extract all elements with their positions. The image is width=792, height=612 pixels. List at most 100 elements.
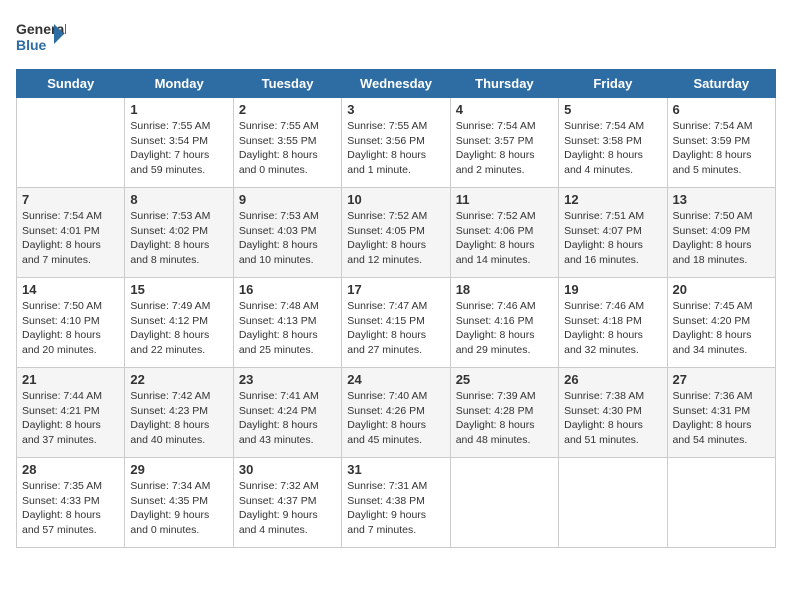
day-header-wednesday: Wednesday — [342, 70, 450, 98]
cell-content: Sunrise: 7:48 AM Sunset: 4:13 PM Dayligh… — [239, 299, 336, 358]
week-row-5: 28 Sunrise: 7:35 AM Sunset: 4:33 PM Dayli… — [17, 458, 776, 548]
calendar-cell: 29Sunrise: 7:34 AM Sunset: 4:35 PM Dayli… — [125, 458, 233, 548]
logo: GeneralBlue — [16, 16, 66, 61]
cell-content: Sunrise: 7:40 AM Sunset: 4:26 PM Dayligh… — [347, 389, 444, 448]
date-number: 20 — [673, 282, 770, 297]
cell-content: Sunrise: 7:52 AM Sunset: 4:05 PM Dayligh… — [347, 209, 444, 268]
date-number: 10 — [347, 192, 444, 207]
date-number: 30 — [239, 462, 336, 477]
date-number: 24 — [347, 372, 444, 387]
date-number: 7 — [22, 192, 119, 207]
calendar-cell — [450, 458, 558, 548]
calendar-cell: 7 Sunrise: 7:54 AM Sunset: 4:01 PM Daylig… — [17, 188, 125, 278]
cell-content: Sunrise: 7:55 AM Sunset: 3:54 PM Dayligh… — [130, 119, 227, 178]
calendar-cell: 3 Sunrise: 7:55 AM Sunset: 3:56 PM Daylig… — [342, 98, 450, 188]
date-number: 25 — [456, 372, 553, 387]
date-number: 17 — [347, 282, 444, 297]
day-header-row: SundayMondayTuesdayWednesdayThursdayFrid… — [17, 70, 776, 98]
date-number: 4 — [456, 102, 553, 117]
calendar-cell: 14Sunrise: 7:50 AM Sunset: 4:10 PM Dayli… — [17, 278, 125, 368]
cell-content: Sunrise: 7:55 AM Sunset: 3:55 PM Dayligh… — [239, 119, 336, 178]
date-number: 1 — [130, 102, 227, 117]
date-number: 28 — [22, 462, 119, 477]
calendar-cell — [17, 98, 125, 188]
cell-content: Sunrise: 7:44 AM Sunset: 4:21 PM Dayligh… — [22, 389, 119, 448]
day-header-friday: Friday — [559, 70, 667, 98]
date-number: 3 — [347, 102, 444, 117]
day-header-sunday: Sunday — [17, 70, 125, 98]
calendar-cell: 20 Sunrise: 7:45 AM Sunset: 4:20 PM Dayli… — [667, 278, 775, 368]
calendar-cell: 27 Sunrise: 7:36 AM Sunset: 4:31 PM Dayli… — [667, 368, 775, 458]
calendar-cell: 24 Sunrise: 7:40 AM Sunset: 4:26 PM Dayli… — [342, 368, 450, 458]
calendar-cell: 18 Sunrise: 7:46 AM Sunset: 4:16 PM Dayli… — [450, 278, 558, 368]
calendar-cell: 19 Sunrise: 7:46 AM Sunset: 4:18 PM Dayli… — [559, 278, 667, 368]
calendar-cell: 23Sunrise: 7:41 AM Sunset: 4:24 PM Dayli… — [233, 368, 341, 458]
calendar-cell: 22 Sunrise: 7:42 AM Sunset: 4:23 PM Dayli… — [125, 368, 233, 458]
cell-content: Sunrise: 7:50 AM Sunset: 4:10 PM Dayligh… — [22, 299, 119, 358]
cell-content: Sunrise: 7:49 AM Sunset: 4:12 PM Dayligh… — [130, 299, 227, 358]
date-number: 5 — [564, 102, 661, 117]
calendar-table: SundayMondayTuesdayWednesdayThursdayFrid… — [16, 69, 776, 548]
calendar-cell: 28 Sunrise: 7:35 AM Sunset: 4:33 PM Dayli… — [17, 458, 125, 548]
calendar-cell: 25 Sunrise: 7:39 AM Sunset: 4:28 PM Dayli… — [450, 368, 558, 458]
calendar-cell: 17 Sunrise: 7:47 AM Sunset: 4:15 PM Dayli… — [342, 278, 450, 368]
calendar-cell: 15 Sunrise: 7:49 AM Sunset: 4:12 PM Dayli… — [125, 278, 233, 368]
cell-content: Sunrise: 7:54 AM Sunset: 3:59 PM Dayligh… — [673, 119, 770, 178]
date-number: 16 — [239, 282, 336, 297]
date-number: 19 — [564, 282, 661, 297]
date-number: 27 — [673, 372, 770, 387]
week-row-2: 7 Sunrise: 7:54 AM Sunset: 4:01 PM Daylig… — [17, 188, 776, 278]
date-number: 18 — [456, 282, 553, 297]
cell-content: Sunrise: 7:42 AM Sunset: 4:23 PM Dayligh… — [130, 389, 227, 448]
day-header-tuesday: Tuesday — [233, 70, 341, 98]
calendar-cell: 1 Sunrise: 7:55 AM Sunset: 3:54 PM Daylig… — [125, 98, 233, 188]
day-header-monday: Monday — [125, 70, 233, 98]
cell-content: Sunrise: 7:46 AM Sunset: 4:18 PM Dayligh… — [564, 299, 661, 358]
calendar-cell: 13 Sunrise: 7:50 AM Sunset: 4:09 PM Dayli… — [667, 188, 775, 278]
date-number: 6 — [673, 102, 770, 117]
cell-content: Sunrise: 7:51 AM Sunset: 4:07 PM Dayligh… — [564, 209, 661, 268]
date-number: 22 — [130, 372, 227, 387]
cell-content: Sunrise: 7:39 AM Sunset: 4:28 PM Dayligh… — [456, 389, 553, 448]
calendar-cell: 8Sunrise: 7:53 AM Sunset: 4:02 PM Daylig… — [125, 188, 233, 278]
date-number: 26 — [564, 372, 661, 387]
calendar-cell: 31Sunrise: 7:31 AM Sunset: 4:38 PM Dayli… — [342, 458, 450, 548]
cell-content: Sunrise: 7:54 AM Sunset: 3:57 PM Dayligh… — [456, 119, 553, 178]
date-number: 23 — [239, 372, 336, 387]
calendar-cell: 2 Sunrise: 7:55 AM Sunset: 3:55 PM Daylig… — [233, 98, 341, 188]
cell-content: Sunrise: 7:54 AM Sunset: 3:58 PM Dayligh… — [564, 119, 661, 178]
cell-content: Sunrise: 7:36 AM Sunset: 4:31 PM Dayligh… — [673, 389, 770, 448]
cell-content: Sunrise: 7:46 AM Sunset: 4:16 PM Dayligh… — [456, 299, 553, 358]
week-row-3: 14Sunrise: 7:50 AM Sunset: 4:10 PM Dayli… — [17, 278, 776, 368]
date-number: 12 — [564, 192, 661, 207]
date-number: 9 — [239, 192, 336, 207]
date-number: 2 — [239, 102, 336, 117]
week-row-1: 1 Sunrise: 7:55 AM Sunset: 3:54 PM Daylig… — [17, 98, 776, 188]
cell-content: Sunrise: 7:38 AM Sunset: 4:30 PM Dayligh… — [564, 389, 661, 448]
svg-text:Blue: Blue — [16, 37, 47, 53]
cell-content: Sunrise: 7:52 AM Sunset: 4:06 PM Dayligh… — [456, 209, 553, 268]
cell-content: Sunrise: 7:47 AM Sunset: 4:15 PM Dayligh… — [347, 299, 444, 358]
date-number: 13 — [673, 192, 770, 207]
date-number: 21 — [22, 372, 119, 387]
cell-content: Sunrise: 7:45 AM Sunset: 4:20 PM Dayligh… — [673, 299, 770, 358]
calendar-cell: 30 Sunrise: 7:32 AM Sunset: 4:37 PM Dayli… — [233, 458, 341, 548]
calendar-cell: 16 Sunrise: 7:48 AM Sunset: 4:13 PM Dayli… — [233, 278, 341, 368]
cell-content: Sunrise: 7:50 AM Sunset: 4:09 PM Dayligh… — [673, 209, 770, 268]
calendar-cell: 10 Sunrise: 7:52 AM Sunset: 4:05 PM Dayli… — [342, 188, 450, 278]
cell-content: Sunrise: 7:35 AM Sunset: 4:33 PM Dayligh… — [22, 479, 119, 538]
page-header: GeneralBlue — [16, 16, 776, 61]
logo-icon: GeneralBlue — [16, 16, 66, 61]
date-number: 15 — [130, 282, 227, 297]
day-header-thursday: Thursday — [450, 70, 558, 98]
date-number: 31 — [347, 462, 444, 477]
date-number: 8 — [130, 192, 227, 207]
cell-content: Sunrise: 7:54 AM Sunset: 4:01 PM Dayligh… — [22, 209, 119, 268]
cell-content: Sunrise: 7:32 AM Sunset: 4:37 PM Dayligh… — [239, 479, 336, 538]
calendar-cell: 5 Sunrise: 7:54 AM Sunset: 3:58 PM Daylig… — [559, 98, 667, 188]
cell-content: Sunrise: 7:55 AM Sunset: 3:56 PM Dayligh… — [347, 119, 444, 178]
calendar-cell: 6 Sunrise: 7:54 AM Sunset: 3:59 PM Daylig… — [667, 98, 775, 188]
cell-content: Sunrise: 7:53 AM Sunset: 4:03 PM Dayligh… — [239, 209, 336, 268]
calendar-cell — [559, 458, 667, 548]
day-header-saturday: Saturday — [667, 70, 775, 98]
